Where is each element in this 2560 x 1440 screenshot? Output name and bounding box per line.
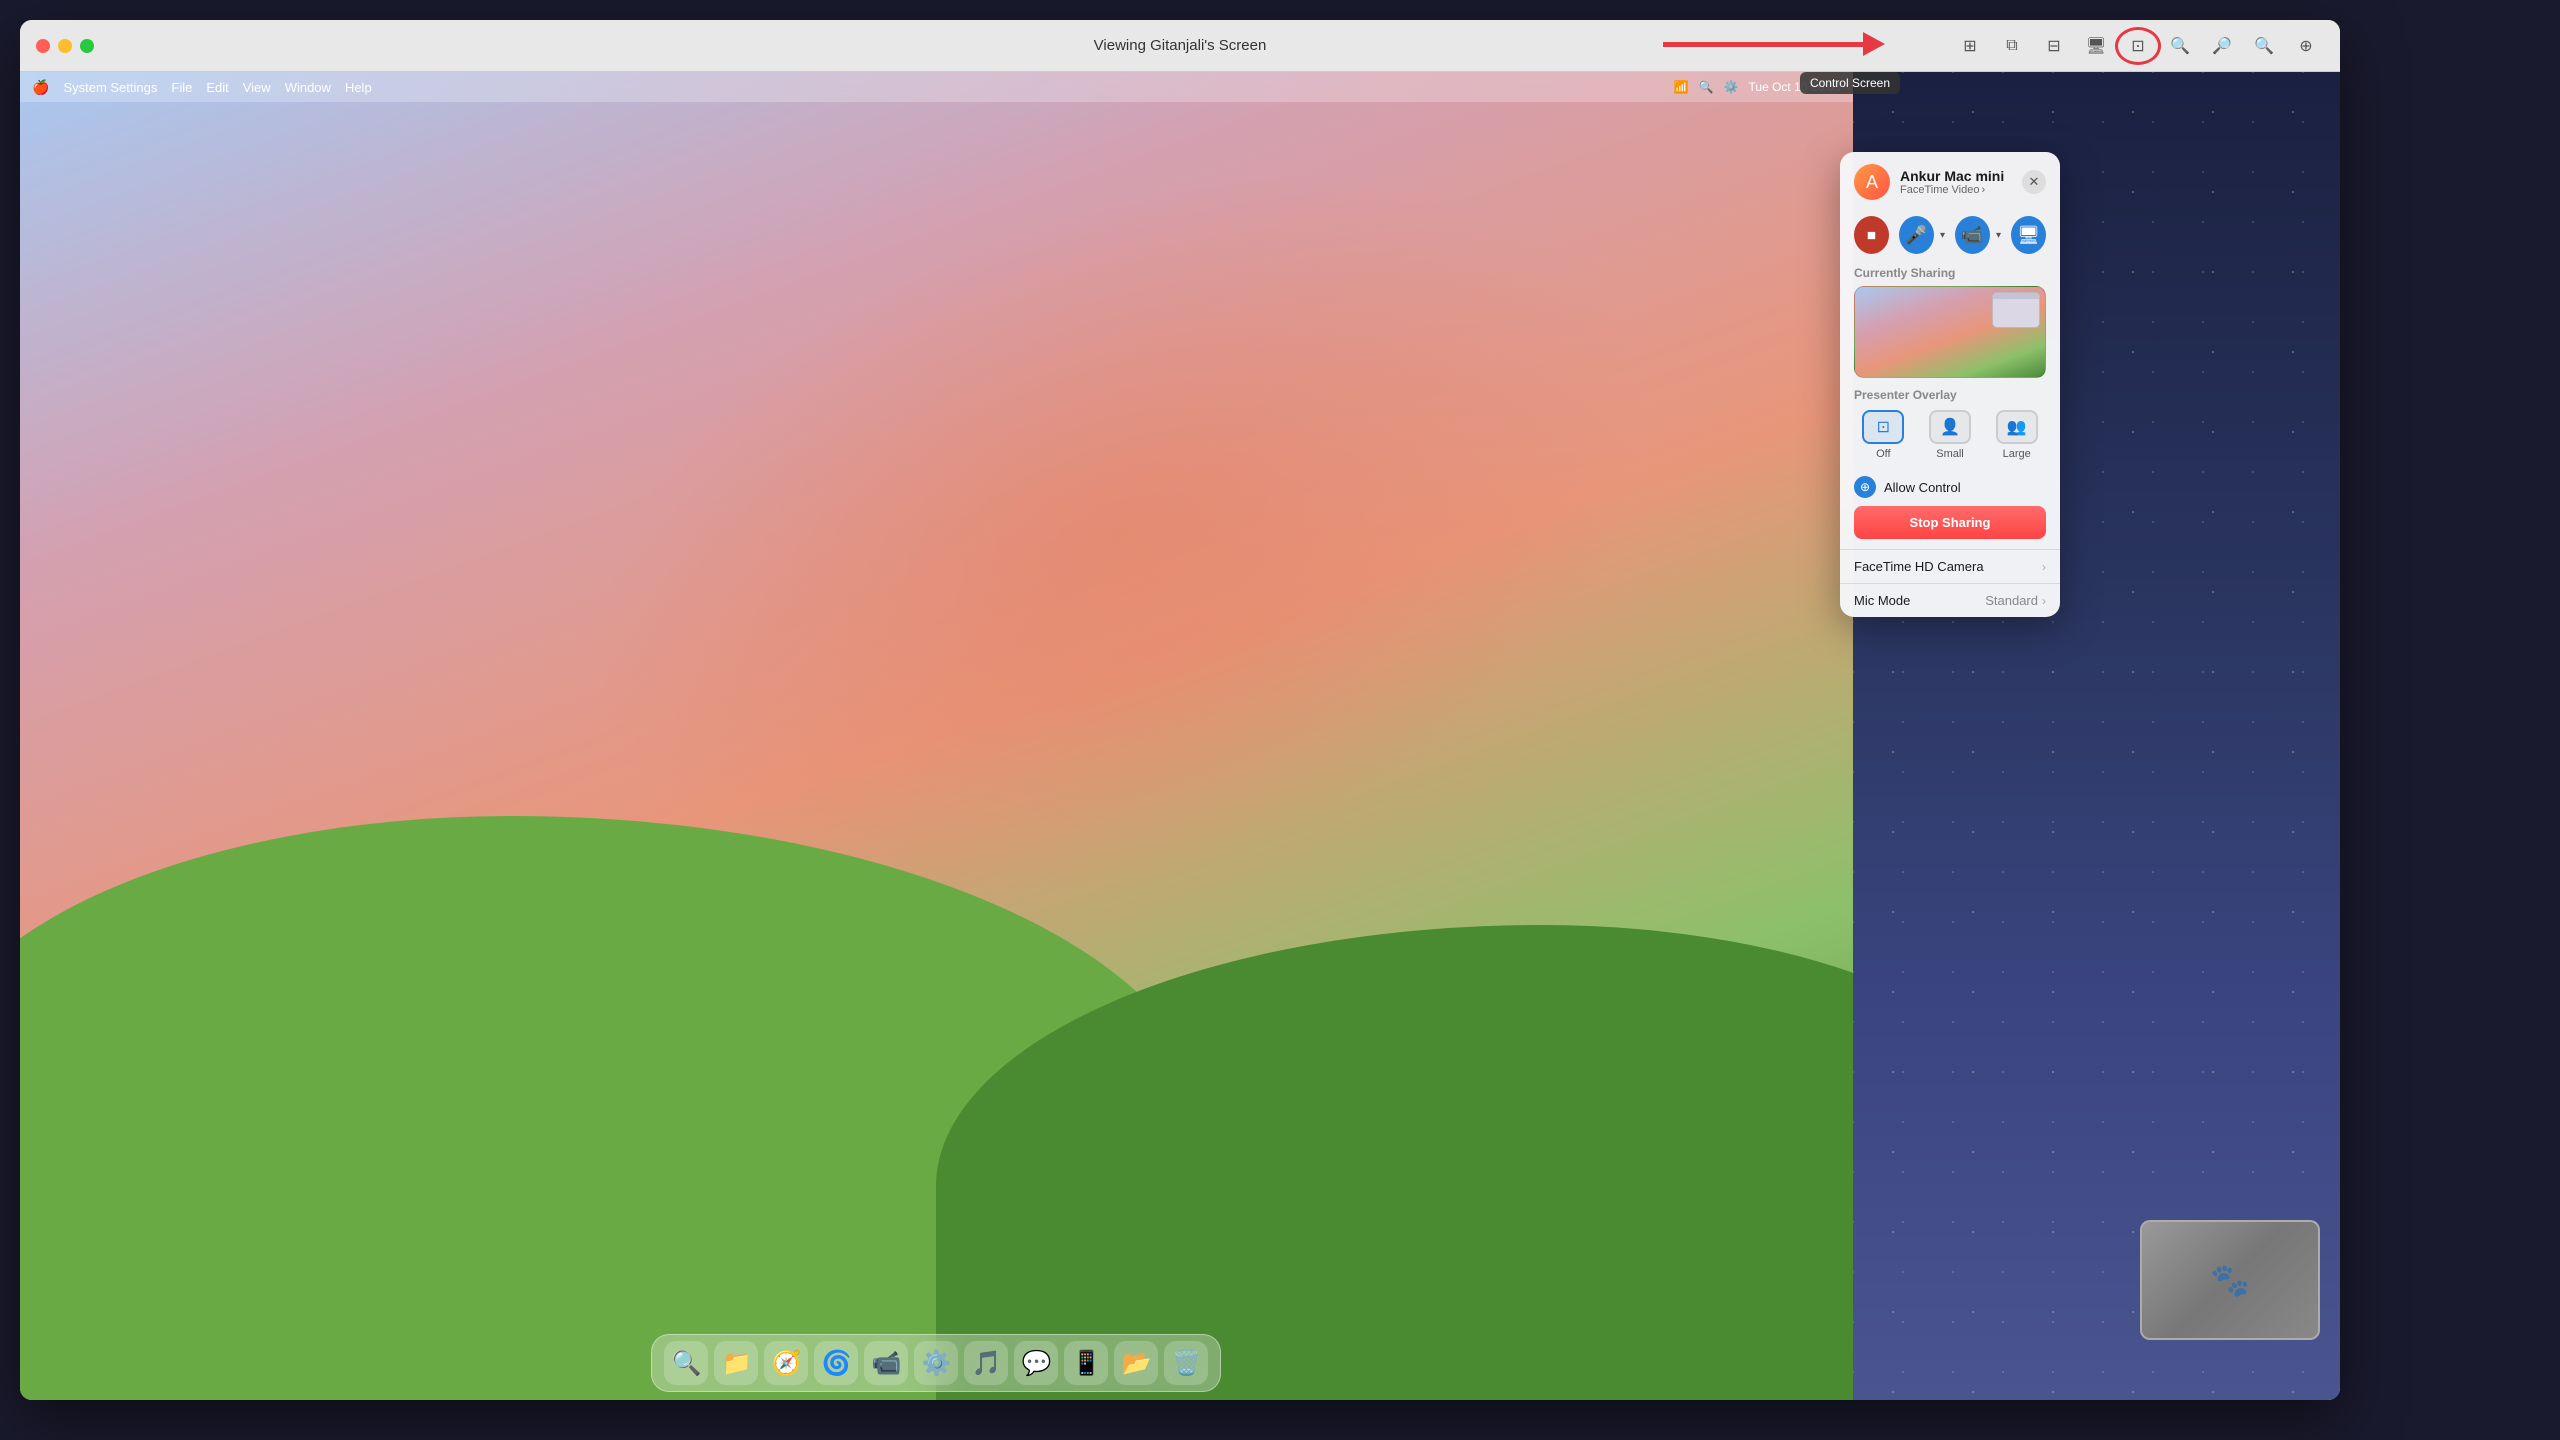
mic-mode-value: Standard: [1985, 593, 2038, 608]
dock-iphone[interactable]: 📱: [1064, 1341, 1108, 1385]
popup-controls: ⏹ 🎤 ▾ 📹 ▾ 🖥: [1840, 208, 2060, 262]
presenter-overlay-section: Presenter Overlay ⊡ Off 👤 Small 👥 Large: [1840, 388, 2060, 470]
toolbar-zoom-actual[interactable]: ⊕: [2288, 32, 2324, 60]
dock-launchpad[interactable]: 📁: [714, 1341, 758, 1385]
dock-facetime[interactable]: 📹: [864, 1341, 908, 1385]
menu-system-settings[interactable]: System Settings: [63, 80, 157, 95]
arrow-head: [1863, 32, 1885, 56]
screen-thumbnail: [1992, 292, 2040, 328]
toolbar-zoom-fit[interactable]: 🔍: [2162, 32, 2198, 60]
mic-dropdown: ▾: [1944, 230, 1945, 241]
allow-control-row[interactable]: ⊕ Allow Control: [1840, 470, 2060, 506]
popup-call-type: FaceTime Video ›: [1900, 184, 2012, 196]
mic-mode-label: Mic Mode: [1854, 593, 1985, 608]
screen-preview[interactable]: [1854, 286, 2046, 378]
popup-close-button[interactable]: ✕: [2022, 170, 2046, 194]
close-button[interactable]: [36, 39, 50, 53]
dock-safari[interactable]: 🧭: [764, 1341, 808, 1385]
toolbar-display-btn[interactable]: 🖥: [2078, 32, 2114, 60]
menu-view[interactable]: View: [243, 80, 271, 95]
mic-mode-chevron: ›: [2042, 594, 2046, 608]
screen-content: 🍎 System Settings File Edit View Window …: [20, 72, 2340, 1400]
popup-header: A Ankur Mac mini FaceTime Video › ✕: [1840, 152, 2060, 208]
control-screen-tooltip: Control Screen: [1800, 72, 1900, 94]
overlay-large[interactable]: 👥 Large: [1987, 410, 2046, 460]
dock-preferences[interactable]: ⚙️: [914, 1341, 958, 1385]
popup-name-area: Ankur Mac mini FaceTime Video ›: [1900, 168, 2012, 196]
main-window: Viewing Gitanjali's Screen ⊞ ⧉ ⊟ 🖥 ⊡ 🔍 🔎…: [20, 20, 2340, 1400]
facetime-camera-chevron: ›: [2042, 560, 2046, 574]
overlay-large-icon: 👥: [1996, 410, 2038, 444]
overlay-options: ⊡ Off 👤 Small 👥 Large: [1854, 410, 2046, 460]
end-call-button[interactable]: ⏹: [1854, 216, 1889, 254]
menu-help[interactable]: Help: [345, 80, 372, 95]
allow-control-label: Allow Control: [1884, 480, 1961, 495]
popup-contact-name: Ankur Mac mini: [1900, 168, 2012, 184]
popup-avatar: A: [1854, 164, 1890, 200]
inner-menubar-left: 🍎 System Settings File Edit View Window …: [32, 79, 372, 96]
overlay-small[interactable]: 👤 Small: [1921, 410, 1980, 460]
toolbar-zoom-out[interactable]: 🔍: [2246, 32, 2282, 60]
currently-sharing-label: Currently Sharing: [1840, 262, 2060, 286]
toolbar-grid-btn[interactable]: ⊞: [1952, 32, 1988, 60]
menu-window[interactable]: Window: [285, 80, 331, 95]
stop-sharing-button[interactable]: Stop Sharing: [1854, 506, 2046, 539]
video-caret[interactable]: ▾: [1996, 230, 2001, 241]
dock-files[interactable]: 📂: [1114, 1341, 1158, 1385]
facetime-popup: A Ankur Mac mini FaceTime Video › ✕ ⏹ 🎤 …: [1840, 152, 2060, 617]
camera-feed: 🐾: [2142, 1222, 2318, 1338]
thumb-inner: [1993, 293, 2039, 327]
dock-trash[interactable]: 🗑️: [1164, 1341, 1208, 1385]
inner-desktop: 🍎 System Settings File Edit View Window …: [20, 72, 1853, 1400]
video-dropdown: ▾: [2000, 230, 2001, 241]
apple-icon[interactable]: 🍎: [32, 79, 49, 96]
arrow-shaft: [1663, 42, 1863, 47]
allow-control-icon: ⊕: [1854, 476, 1876, 498]
thumb-content: [1993, 299, 2039, 327]
toolbar-split-btn[interactable]: ⧉: [1994, 32, 2030, 60]
window-title: Viewing Gitanjali's Screen: [1094, 37, 1267, 54]
minimize-button[interactable]: [58, 39, 72, 53]
overlay-small-label: Small: [1936, 448, 1964, 460]
hills-area: [20, 670, 1853, 1400]
dock-finder[interactable]: 🔍: [664, 1341, 708, 1385]
overlay-off[interactable]: ⊡ Off: [1854, 410, 1913, 460]
camera-preview: 🐾: [2140, 1220, 2320, 1340]
subtitle-chevron: ›: [1981, 184, 1985, 196]
inner-menubar: 🍎 System Settings File Edit View Window …: [20, 72, 1853, 102]
toolbar: ⊞ ⧉ ⊟ 🖥 ⊡ 🔍 🔎 🔍 ⊕: [1952, 32, 2324, 60]
toolbar-window-btn[interactable]: ⊟: [2036, 32, 2072, 60]
traffic-lights: [36, 39, 94, 53]
overlay-off-label: Off: [1876, 448, 1890, 460]
overlay-large-label: Large: [2003, 448, 2031, 460]
facetime-camera-label: FaceTime HD Camera: [1854, 559, 2038, 574]
maximize-button[interactable]: [80, 39, 94, 53]
screen-share-button[interactable]: 🖥: [2011, 216, 2046, 254]
mic-button[interactable]: 🎤: [1899, 216, 1934, 254]
wifi-icon: 📶: [1674, 80, 1689, 94]
facetime-camera-row[interactable]: FaceTime HD Camera ›: [1840, 550, 2060, 583]
presenter-overlay-title: Presenter Overlay: [1854, 388, 2046, 402]
dock-messages[interactable]: 💬: [1014, 1341, 1058, 1385]
video-button[interactable]: 📹: [1955, 216, 1990, 254]
title-bar: Viewing Gitanjali's Screen ⊞ ⧉ ⊟ 🖥 ⊡ 🔍 🔎…: [20, 20, 2340, 72]
mic-mode-row[interactable]: Mic Mode Standard ›: [1840, 584, 2060, 617]
dock-music[interactable]: 🎵: [964, 1341, 1008, 1385]
menu-edit[interactable]: Edit: [206, 80, 228, 95]
inner-dock: 🔍 📁 🧭 🌀 📹 ⚙️ 🎵 💬 📱 📂 🗑️: [651, 1334, 1221, 1392]
dock-arc[interactable]: 🌀: [814, 1341, 858, 1385]
toolbar-zoom-in[interactable]: 🔎: [2204, 32, 2240, 60]
arrow-indicator: [1663, 32, 1885, 56]
search-icon-inner[interactable]: 🔍: [1699, 80, 1714, 94]
control-screen-btn[interactable]: ⊡: [2120, 32, 2156, 60]
control-center-icon[interactable]: ⚙️: [1724, 80, 1739, 94]
overlay-small-icon: 👤: [1929, 410, 1971, 444]
menu-file[interactable]: File: [171, 80, 192, 95]
mic-caret[interactable]: ▾: [1940, 230, 1945, 241]
overlay-off-icon: ⊡: [1862, 410, 1904, 444]
